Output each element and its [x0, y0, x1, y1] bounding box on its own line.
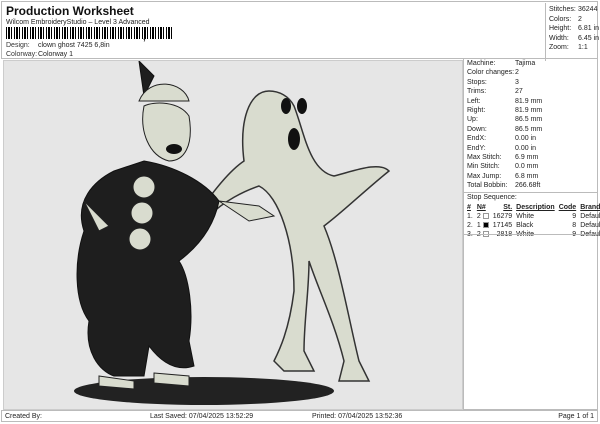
column-header: Description: [516, 204, 555, 211]
stat-value: 1:1: [578, 44, 588, 51]
stitch-count: 17145: [492, 222, 513, 229]
info-label: Right:: [467, 107, 486, 114]
info-value: 2: [515, 69, 519, 77]
info-value: 6.9 mm: [515, 154, 539, 161]
color-swatch: [482, 213, 489, 220]
info-value: 27: [515, 88, 523, 96]
stat-label: Stitches:: [549, 6, 576, 13]
color-description: Black: [516, 222, 534, 229]
table-row: 1.2 16279White 9Default: [465, 212, 600, 221]
column-header: Code: [558, 204, 577, 211]
stop-sequence-title: Stop Sequence:: [467, 194, 517, 201]
info-label: Stops:: [467, 78, 487, 86]
info-value: 6.8 mm: [515, 172, 539, 180]
stitch-count: 16279: [492, 213, 513, 220]
info-value: 86.5 mm: [515, 125, 543, 133]
row-index: 2.: [467, 222, 473, 229]
embroidery-design-image: [74, 59, 391, 405]
color-code: 9: [572, 213, 577, 220]
created-by: Created By:: [5, 413, 42, 420]
page-number: Page 1 of 1: [558, 413, 594, 420]
stat-label: Colors:: [549, 15, 572, 23]
info-label: Total Bobbin:: [467, 182, 508, 190]
stats-panel: Stitches: 36244 Colors: 2 Height: 6.81 in Widt…: [545, 3, 600, 61]
info-value: 81.9 mm: [515, 107, 543, 114]
worksheet-header: Production Worksheet Wilcom EmbroiderySt…: [1, 1, 600, 61]
info-label: Color changes:: [467, 69, 515, 77]
brand: Default: [580, 222, 600, 229]
info-value: 0.00 in: [515, 144, 537, 152]
info-label: Machine:: [467, 60, 496, 67]
column-header: Brand: [580, 204, 600, 211]
info-label: Max Stitch:: [467, 154, 502, 161]
column-header: N#: [476, 204, 486, 211]
printed-date: Printed: 07/04/2025 13:52:36: [312, 413, 403, 420]
page-title: Production Worksheet: [6, 4, 134, 18]
info-label: Left:: [467, 97, 481, 105]
stat-label: Width:: [549, 34, 569, 42]
design-label: Design:: [6, 42, 30, 49]
info-label: Trims:: [467, 88, 487, 96]
design-preview: [3, 59, 463, 410]
table-row: 2.1 17145Black 8Default: [465, 221, 600, 230]
barcode-mark: ,: [143, 32, 146, 43]
info-label: Max Jump:: [467, 172, 502, 180]
color-description: White: [516, 213, 535, 220]
stat-label: Zoom:: [549, 44, 569, 51]
info-value: 266.68ft: [515, 182, 541, 190]
software-name: Wilcom EmbroideryStudio – Level 3 Advanc…: [6, 19, 150, 26]
stat-value: 6.81 in: [578, 25, 600, 32]
info-value: 81.9 mm: [515, 97, 543, 105]
info-value: 0.00 in: [515, 135, 537, 143]
info-value: Tajima: [515, 60, 536, 67]
needle: 2: [475, 212, 491, 221]
stat-value: 36244: [578, 6, 598, 13]
column-header: St.: [503, 204, 513, 211]
barcode: [6, 27, 174, 39]
info-label: Up:: [467, 116, 478, 124]
worksheet-footer: Created By: Last Saved: 07/04/2025 13:52…: [1, 410, 598, 422]
info-value: 0.0 mm: [515, 163, 539, 171]
stat-value: 6.45 in: [578, 34, 600, 42]
info-value: 3: [515, 78, 519, 86]
design-name: clown ghost 7425 6,8in: [38, 42, 110, 49]
colorway-label: Colorway:: [6, 51, 38, 58]
info-value: 86.5 mm: [515, 116, 543, 124]
info-label: EndY:: [467, 144, 486, 152]
stat-value: 2: [578, 15, 582, 23]
colorway-value: Colorway 1: [38, 51, 74, 58]
info-label: Down:: [467, 125, 487, 133]
info-label: EndX:: [467, 135, 487, 143]
needle: 1: [475, 221, 491, 230]
design-info-panel: Machine: Tajima Color changes: 2 Stops: 3 Trim…: [463, 58, 600, 410]
column-header: #: [467, 204, 471, 211]
color-swatch: [482, 222, 489, 229]
row-index: 1.: [467, 213, 473, 220]
info-label: Min Stitch:: [467, 163, 500, 171]
brand: Default: [580, 213, 600, 220]
stat-label: Height:: [549, 25, 572, 32]
color-code: 8: [572, 222, 577, 229]
last-saved: Last Saved: 07/04/2025 13:52:29: [150, 413, 254, 420]
